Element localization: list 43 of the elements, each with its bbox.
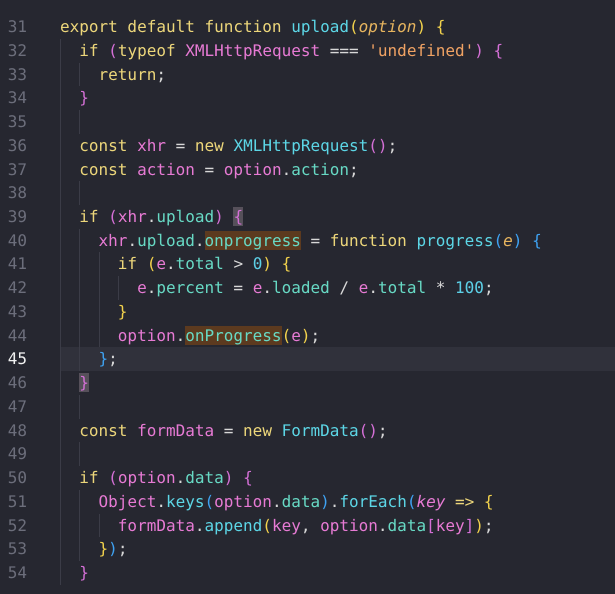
line-number: 36	[6, 134, 27, 157]
line-number: 45	[6, 348, 27, 370]
code-line: Object.keys(option.data).forEach(key => {	[98, 492, 494, 511]
code-line: e.percent = e.loaded / e.total * 100;	[136, 278, 494, 298]
code-line: if (typeof XMLHttpRequest === 'undefined') {	[78, 40, 504, 60]
line-number: 32	[6, 40, 27, 62]
code-line: option.onProgress(e);	[116, 326, 320, 345]
line-number: 47	[6, 396, 27, 418]
line-number: 33	[6, 64, 27, 86]
code-line: };	[98, 349, 118, 368]
line-number: 43	[6, 300, 27, 323]
code-line: export default function upload(option) {	[60, 17, 446, 36]
code-line: xhr.upload.onprogress = function progress(e) {	[98, 230, 542, 250]
line-number: 46	[6, 372, 27, 394]
code-line: }	[78, 562, 89, 582]
code-line: }	[116, 302, 128, 321]
code-line: const formData = new FormData();	[78, 420, 388, 440]
line-number: 35	[6, 111, 27, 134]
code-line: });	[98, 539, 128, 558]
line-number: 37	[6, 158, 27, 180]
line-number: 50	[6, 467, 27, 490]
line-number: 52	[6, 514, 27, 537]
code-line: const action = option.action;	[78, 160, 359, 178]
line-number: 41	[6, 253, 27, 276]
code-line: if (e.total > 0) {	[116, 254, 292, 274]
line-number: 31	[6, 16, 27, 38]
code-line: return;	[98, 64, 166, 84]
line-number: 54	[6, 562, 27, 584]
line-number: 42	[6, 277, 27, 300]
line-number: 40	[6, 230, 27, 252]
code-line: formData.append(key, option.data[key]);	[116, 516, 494, 535]
line-number: 49	[6, 443, 27, 466]
code-line: }	[78, 88, 89, 108]
line-number: 48	[6, 420, 27, 442]
code-line: const xhr = new XMLHttpRequest();	[78, 136, 398, 155]
code-line: if (option.data) {	[78, 468, 253, 488]
line-number: 53	[6, 538, 27, 560]
code-line: if (xhr.upload) {	[78, 206, 244, 226]
line-number: 34	[6, 87, 27, 110]
line-number: 38	[6, 182, 27, 204]
line-number: 44	[6, 324, 27, 347]
line-number: 39	[6, 206, 27, 228]
line-number: 51	[6, 490, 27, 513]
